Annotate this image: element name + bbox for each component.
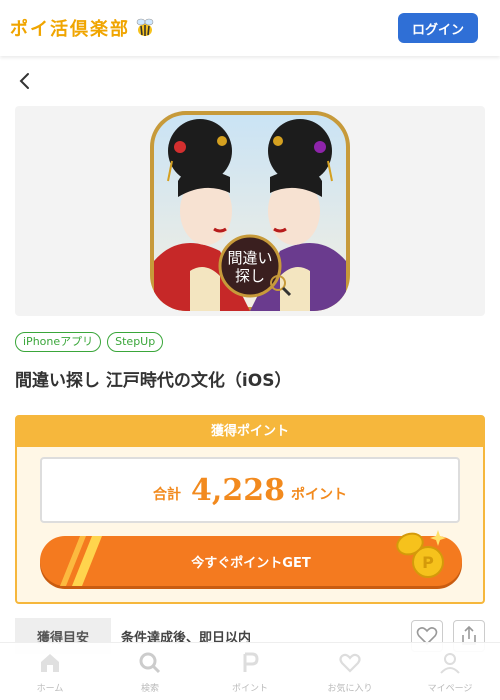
bottom-tab-bar: ホーム 検索 ポイント お気に入り マイページ [0, 642, 500, 700]
tab-points[interactable]: ポイント [202, 643, 298, 700]
points-total: 合計 4,228 ポイント [40, 457, 460, 523]
total-value: 4,228 [191, 472, 285, 508]
coins-icon: P [396, 530, 446, 578]
logo-text: ポイ活倶楽部 [10, 19, 130, 40]
app-hero: 間違い 探し [15, 106, 485, 316]
tab-home-label: ホーム [36, 684, 64, 694]
login-button[interactable]: ログイン [398, 13, 478, 43]
tab-points-label: ポイント [231, 684, 268, 694]
page-title: 間違い探し 江戸時代の文化（iOS） [15, 371, 292, 391]
tab-mypage-label: マイページ [427, 684, 473, 694]
tab-favorites[interactable]: お気に入り [302, 643, 398, 700]
tab-search[interactable]: 検索 [102, 643, 198, 700]
tag-stepup[interactable]: StepUp [107, 332, 164, 352]
search-icon [139, 652, 161, 674]
point-icon [243, 652, 259, 672]
get-points-label: 今すぐポイントGET [191, 555, 311, 571]
user-icon [440, 653, 460, 674]
tab-home[interactable]: ホーム [2, 643, 98, 700]
points-header: 獲得ポイント [17, 417, 483, 447]
site-logo[interactable]: ポイ活倶楽部 [10, 15, 156, 41]
tab-search-label: 検索 [140, 684, 159, 694]
app-icon: 間違い 探し [150, 111, 350, 311]
total-unit: ポイント [290, 487, 347, 503]
tag-iphone-app[interactable]: iPhoneアプリ [15, 332, 102, 352]
bee-icon [136, 18, 154, 36]
app-icon-title: 間違い [227, 249, 272, 267]
stripe-decoration [60, 536, 102, 586]
app-header: ポイ活倶楽部 ログイン [0, 0, 500, 56]
total-label: 合計 [153, 487, 182, 503]
chevron-left-icon[interactable] [15, 70, 37, 92]
svg-text:P: P [422, 553, 434, 572]
tab-favorites-label: お気に入り [327, 684, 373, 694]
get-points-button[interactable]: 今すぐポイントGET P [40, 530, 462, 586]
svg-text:探し: 探し [235, 267, 265, 285]
tag-list: iPhoneアプリ StepUp [15, 332, 164, 352]
points-panel: 獲得ポイント 合計 4,228 ポイント 今すぐポイントGET P [15, 415, 485, 604]
tab-mypage[interactable]: マイページ [402, 643, 498, 700]
heart-icon [339, 653, 361, 673]
home-icon [41, 654, 59, 672]
